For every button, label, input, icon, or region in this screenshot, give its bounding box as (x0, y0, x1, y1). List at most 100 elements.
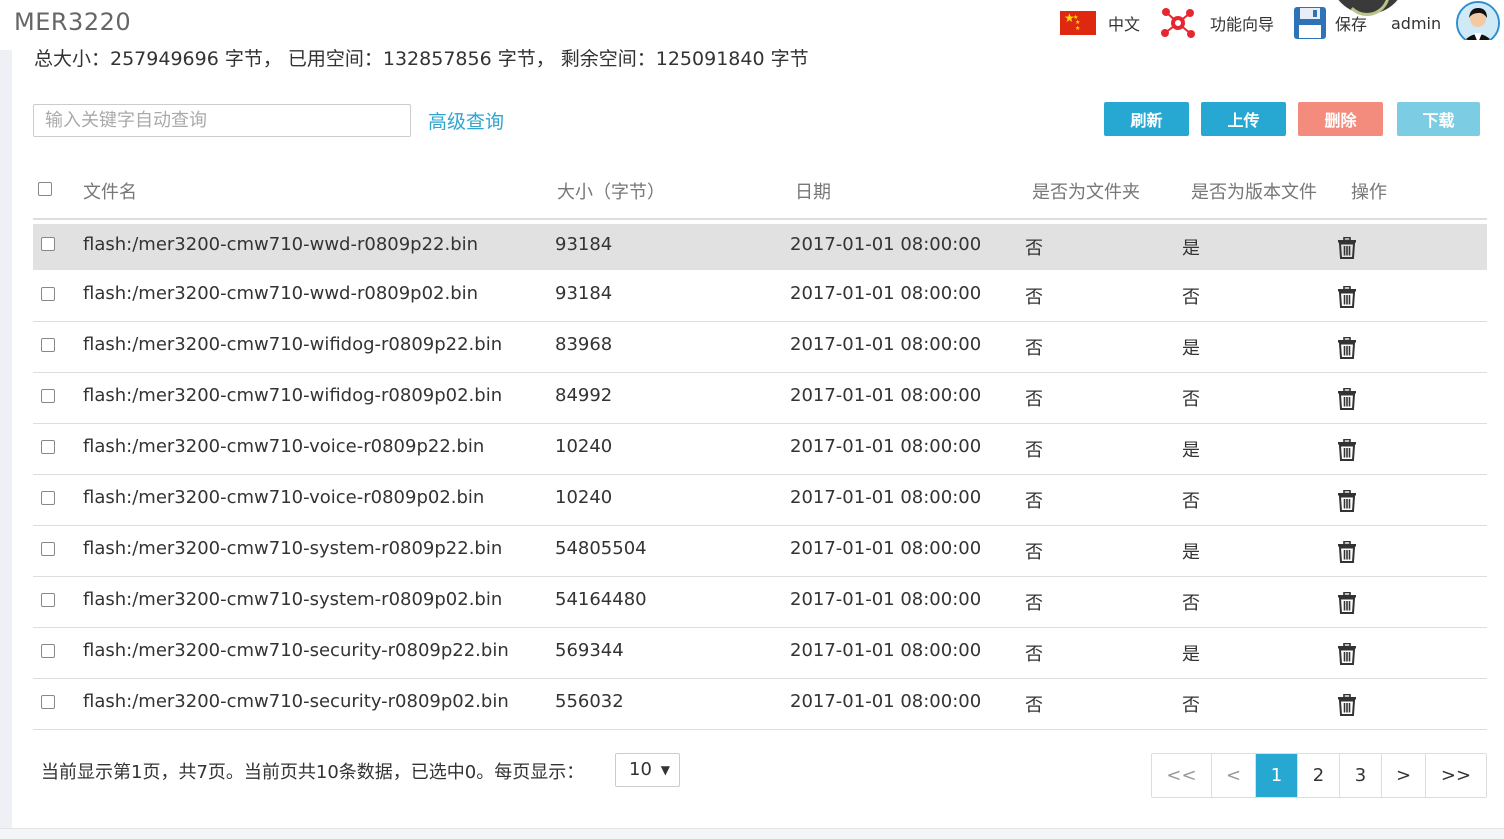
column-header-size[interactable]: 大小（字节） (557, 178, 665, 204)
storage-stats: 总大小：257949696 字节， 已用空间：132857856 字节， 剩余空… (34, 48, 809, 70)
upload-button[interactable]: 上传 (1201, 102, 1286, 136)
table-header: 文件名 大小（字节） 日期 是否为文件夹 是否为版本文件 操作 (33, 166, 1487, 220)
cell-filename: flash:/mer3200-cmw710-system-r0809p22.bi… (83, 538, 503, 559)
cell-is-folder: 否 (1025, 593, 1043, 614)
cell-is-version: 否 (1182, 695, 1200, 716)
cell-is-folder: 否 (1025, 440, 1043, 461)
cell-is-folder: 否 (1025, 338, 1043, 359)
cell-date: 2017-01-01 08:00:00 (790, 487, 982, 508)
cell-filename: flash:/mer3200-cmw710-system-r0809p02.bi… (83, 589, 503, 610)
app-title: MER3220 (14, 8, 132, 36)
table-row[interactable]: flash:/mer3200-cmw710-system-r0809p22.bi… (33, 526, 1487, 577)
cell-is-version: 是 (1182, 238, 1200, 259)
table-row[interactable]: flash:/mer3200-cmw710-voice-r0809p22.bin… (33, 424, 1487, 475)
stats-overlap-mask (12, 40, 1504, 48)
table-row[interactable]: flash:/mer3200-cmw710-security-r0809p22.… (33, 628, 1487, 679)
cell-is-folder: 否 (1025, 542, 1043, 563)
wizard-label: 功能向导 (1210, 15, 1275, 34)
trash-icon[interactable] (1337, 236, 1357, 259)
row-checkbox[interactable] (41, 695, 55, 709)
table-row[interactable]: flash:/mer3200-cmw710-wwd-r0809p22.bin 93… (33, 224, 1487, 271)
trash-icon[interactable] (1337, 438, 1357, 461)
cell-size: 84992 (555, 385, 613, 406)
cell-is-folder: 否 (1025, 287, 1043, 308)
cell-filename: flash:/mer3200-cmw710-wwd-r0809p22.bin (83, 234, 479, 255)
page-first-button[interactable]: << (1152, 754, 1212, 797)
column-header-is-version[interactable]: 是否为版本文件 (1191, 178, 1317, 204)
column-header-is-folder[interactable]: 是否为文件夹 (1032, 178, 1140, 204)
cell-size: 93184 (555, 234, 613, 255)
cell-size: 54805504 (555, 538, 647, 559)
row-checkbox[interactable] (41, 237, 55, 251)
cell-is-version: 是 (1182, 644, 1200, 665)
cell-size: 54164480 (555, 589, 647, 610)
trash-icon[interactable] (1337, 642, 1357, 665)
row-checkbox[interactable] (41, 389, 55, 403)
page-size-select[interactable]: 10 ▼ (615, 753, 680, 787)
download-button[interactable]: 下载 (1397, 102, 1480, 136)
row-checkbox[interactable] (41, 338, 55, 352)
select-all-checkbox[interactable] (38, 182, 52, 196)
cell-is-version: 否 (1182, 593, 1200, 614)
cell-size: 10240 (555, 487, 613, 508)
trash-icon[interactable] (1337, 540, 1357, 563)
page-last-button[interactable]: >> (1426, 754, 1486, 797)
left-sidebar-edge (0, 50, 12, 839)
table-row[interactable]: flash:/mer3200-cmw710-security-r0809p02.… (33, 679, 1487, 730)
page-1-button[interactable]: 1 (1256, 754, 1298, 797)
trash-icon[interactable] (1337, 285, 1357, 308)
wizard-network-icon (1161, 8, 1195, 38)
table-row[interactable]: flash:/mer3200-cmw710-wwd-r0809p02.bin 93… (33, 271, 1487, 322)
search-input[interactable] (33, 104, 411, 137)
row-checkbox[interactable] (41, 440, 55, 454)
column-header-date[interactable]: 日期 (795, 178, 831, 204)
table-row[interactable]: flash:/mer3200-cmw710-wifidog-r0809p22.b… (33, 322, 1487, 373)
trash-icon[interactable] (1337, 693, 1357, 716)
cell-is-folder: 否 (1025, 491, 1043, 512)
row-checkbox[interactable] (41, 287, 55, 301)
cell-filename: flash:/mer3200-cmw710-wwd-r0809p02.bin (83, 283, 479, 304)
page-prev-button[interactable]: < (1212, 754, 1256, 797)
cell-size: 569344 (555, 640, 624, 661)
column-header-actions: 操作 (1351, 182, 1387, 203)
page-next-button[interactable]: > (1382, 754, 1426, 797)
page-2-button[interactable]: 2 (1298, 754, 1340, 797)
delete-button[interactable]: 删除 (1298, 102, 1383, 136)
advanced-search-link[interactable]: 高级查询 (428, 107, 504, 134)
refresh-button[interactable]: 刷新 (1104, 102, 1189, 136)
trash-icon[interactable] (1337, 336, 1357, 359)
table-row[interactable]: flash:/mer3200-cmw710-wifidog-r0809p02.b… (33, 373, 1487, 424)
column-header-filename[interactable]: 文件名 (83, 178, 137, 204)
cell-is-version: 否 (1182, 287, 1200, 308)
cell-date: 2017-01-01 08:00:00 (790, 436, 982, 457)
cell-date: 2017-01-01 08:00:00 (790, 640, 982, 661)
table-row[interactable]: flash:/mer3200-cmw710-system-r0809p02.bi… (33, 577, 1487, 628)
trash-icon[interactable] (1337, 591, 1357, 614)
cell-filename: flash:/mer3200-cmw710-wifidog-r0809p02.b… (83, 385, 503, 406)
page-size-value: 10 (629, 759, 652, 780)
caret-down-icon: ▼ (660, 763, 670, 777)
cell-is-folder: 否 (1025, 695, 1043, 716)
cell-size: 556032 (555, 691, 624, 712)
trash-icon[interactable] (1337, 387, 1357, 410)
cell-date: 2017-01-01 08:00:00 (790, 234, 982, 255)
row-checkbox[interactable] (41, 644, 55, 658)
floppy-disk-icon (1294, 7, 1326, 39)
row-checkbox[interactable] (41, 593, 55, 607)
cell-date: 2017-01-01 08:00:00 (790, 589, 982, 610)
cell-is-folder: 否 (1025, 389, 1043, 410)
row-checkbox[interactable] (41, 542, 55, 556)
cell-is-version: 否 (1182, 389, 1200, 410)
cell-size: 93184 (555, 283, 613, 304)
cell-filename: flash:/mer3200-cmw710-wifidog-r0809p22.b… (83, 334, 503, 355)
avatar[interactable] (1456, 1, 1500, 45)
cell-filename: flash:/mer3200-cmw710-security-r0809p02.… (83, 691, 509, 712)
cell-size: 10240 (555, 436, 613, 457)
row-checkbox[interactable] (41, 491, 55, 505)
table-row[interactable]: flash:/mer3200-cmw710-voice-r0809p02.bin… (33, 475, 1487, 526)
cell-date: 2017-01-01 08:00:00 (790, 385, 982, 406)
cell-date: 2017-01-01 08:00:00 (790, 283, 982, 304)
page-3-button[interactable]: 3 (1340, 754, 1382, 797)
pager-info: 当前显示第1页，共7页。当前页共10条数据，已选中0。每页显示： (41, 762, 585, 783)
trash-icon[interactable] (1337, 489, 1357, 512)
